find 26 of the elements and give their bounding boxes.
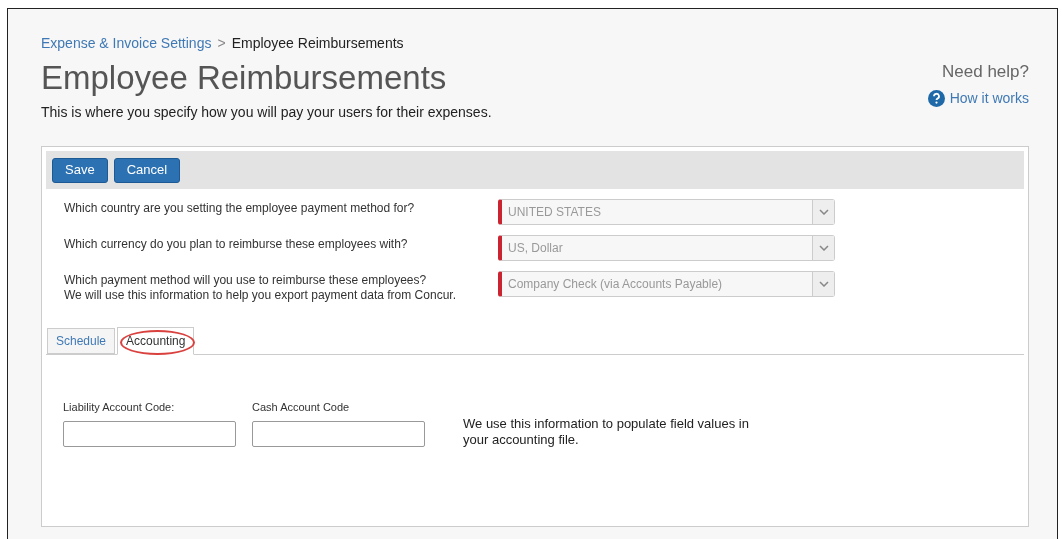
toolbar-button[interactable]: Cancel (113, 157, 181, 183)
chevron-down-icon (818, 245, 829, 251)
tab[interactable]: Schedule (47, 328, 116, 354)
field-label: Cash Account Code (252, 400, 351, 415)
help-icon (927, 89, 945, 107)
question-label: Which currency do you plan to reimburse these employees with? (64, 236, 409, 252)
toolbar-button[interactable]: Save (52, 157, 108, 183)
chevron-down-icon (818, 209, 829, 215)
input-field[interactable] (252, 420, 425, 447)
tab[interactable]: Accounting (117, 327, 195, 355)
how-it-works-link[interactable]: How it works (927, 87, 1029, 109)
field-label: Liability Account Code: (63, 400, 176, 415)
breadcrumb-link[interactable]: Expense & Invoice Settings (41, 33, 212, 54)
question-label: Which payment method will you use to reimburse these employees? We will use this information to help you export payment data from Concur. (64, 272, 457, 303)
breadcrumb-current: Employee Reimbursements (231, 34, 404, 53)
question-label: Which country are you setting the employee payment method for? (64, 200, 416, 216)
page-title: Employee Reimbursements (41, 58, 448, 98)
page-description: This is where you specify how you will pay your users for their expenses. (41, 103, 492, 122)
breadcrumb-separator: > (217, 34, 226, 53)
input-field[interactable] (63, 420, 236, 447)
dropdown-field[interactable]: UNITED STATES (498, 199, 835, 225)
help-heading: Need help? (942, 61, 1029, 83)
dropdown-field[interactable]: Company Check (via Accounts Payable) (498, 271, 835, 297)
chevron-down-icon (818, 281, 829, 287)
info-text: We use this information to populate field values in your accounting file. (463, 416, 749, 448)
dropdown-field[interactable]: US, Dollar (498, 235, 835, 261)
